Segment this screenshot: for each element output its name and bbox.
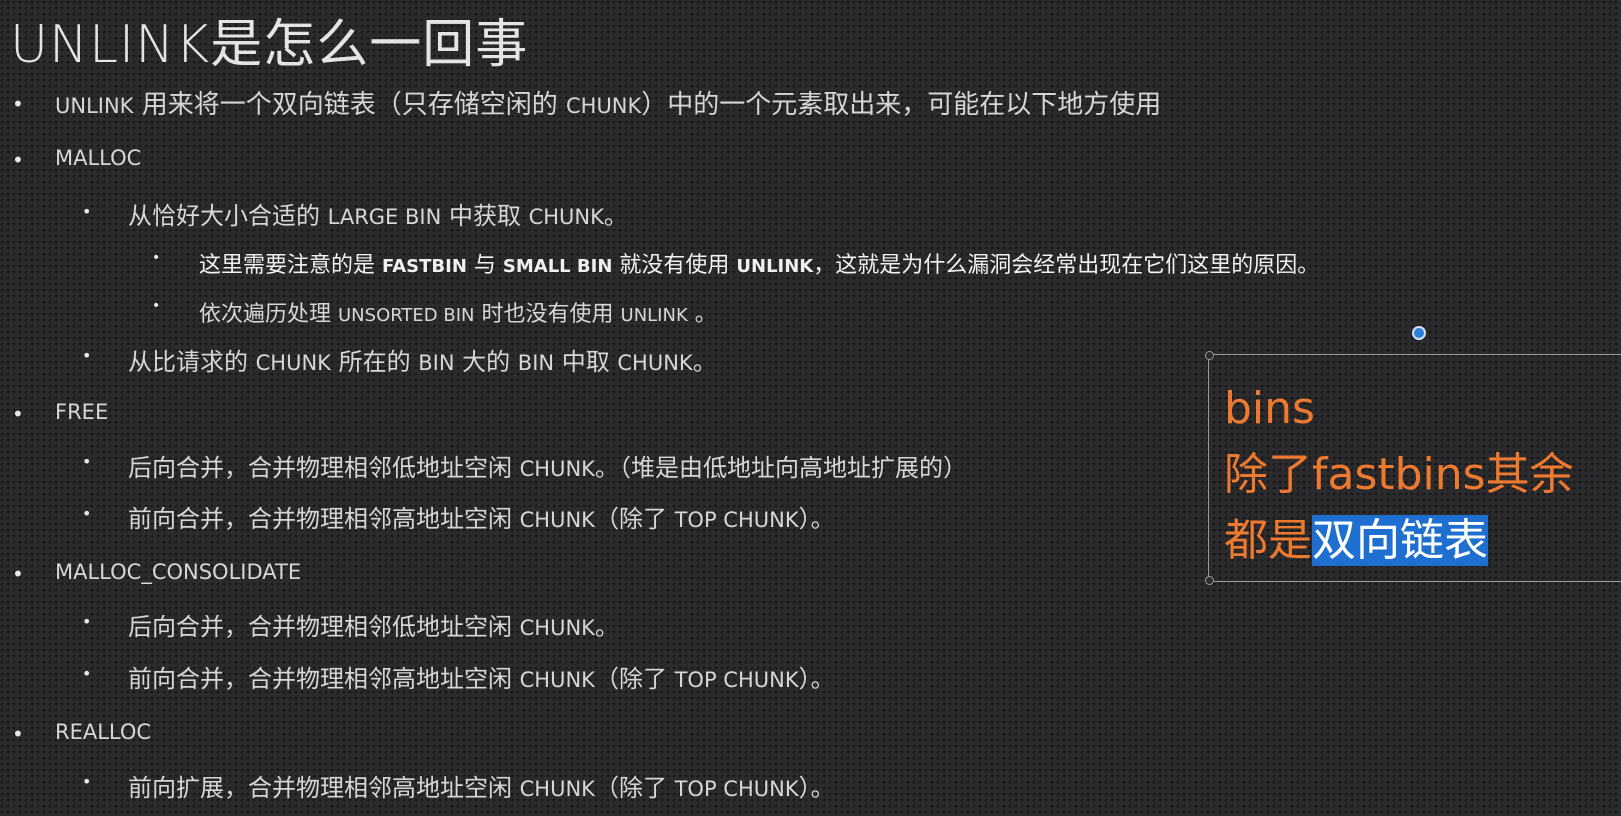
- text-segment: 与: [466, 253, 503, 278]
- text-segment: （除了: [594, 774, 675, 802]
- resize-handle[interactable]: [1205, 576, 1214, 585]
- text-segment: FREE: [55, 400, 109, 424]
- slide-title: UNLINK是怎么一回事: [10, 15, 529, 75]
- text-segment: 从恰好大小合适的: [128, 202, 328, 230]
- bullet-dot: •: [12, 722, 24, 746]
- text-segment: 前向扩展，合并物理相邻高地址空闲: [128, 774, 520, 802]
- rotate-handle-icon[interactable]: [1412, 326, 1426, 340]
- bullet-malloc-consolidate[interactable]: MALLOC_CONSOLIDATE: [55, 556, 301, 586]
- resize-handle[interactable]: [1205, 351, 1214, 360]
- text-segment: 依次遍历处理: [199, 302, 338, 327]
- text-segment: 中取: [554, 348, 618, 376]
- bullet-larger-bin[interactable]: 从比请求的 CHUNK 所在的 BIN 大的 BIN 中取 CHUNK。: [128, 342, 717, 377]
- text-segment: MALLOC: [55, 146, 142, 170]
- bullet-fastbin-note[interactable]: 这里需要注意的是 FASTBIN 与 SMALL BIN 就没有使用 UNLIN…: [199, 247, 1319, 279]
- text-segment: TOP CHUNK: [674, 777, 799, 801]
- callout-line-1: bins: [1224, 383, 1315, 434]
- text-segment: 。: [687, 302, 717, 327]
- text-segment: （除了: [594, 665, 675, 693]
- text-segment: 从比请求的: [128, 348, 256, 376]
- text-segment: 后向合并，合并物理相邻低地址空闲: [128, 613, 520, 641]
- text-segment: LARGE BIN: [327, 205, 442, 229]
- selected-text-highlight[interactable]: 双向链表: [1312, 515, 1488, 566]
- text-segment: 所在的: [330, 348, 419, 376]
- text-segment: UNSORTED BIN: [338, 305, 475, 326]
- bullet-realloc[interactable]: REALLOC: [55, 716, 151, 746]
- bullet-malloc[interactable]: MALLOC: [55, 142, 141, 172]
- text-segment: 大的: [454, 348, 518, 376]
- callout-line-3-prefix: 都是: [1224, 515, 1312, 566]
- bullet-dot: •: [12, 562, 24, 586]
- text-segment: CHUNK: [519, 616, 595, 640]
- bullet-unlink-intro[interactable]: UNLINK 用来将一个双向链表（只存储空闲的 CHUNK）中的一个元素取出来，…: [55, 84, 1161, 121]
- text-segment: ）。: [798, 665, 835, 693]
- text-segment: ）中的一个元素取出来，可能在以下地方使用: [641, 90, 1162, 120]
- bullet-consolidate-backward[interactable]: 后向合并，合并物理相邻低地址空闲 CHUNK。: [128, 607, 619, 642]
- bullet-dot: •: [12, 92, 24, 116]
- bullet-dot: •: [12, 148, 24, 172]
- bullet-dot: •: [82, 772, 92, 791]
- text-segment: 中获取: [441, 202, 529, 230]
- text-segment: 。: [603, 202, 628, 230]
- bullet-dot: •: [152, 298, 161, 314]
- text-segment: MALLOC_CONSOLIDATE: [55, 560, 302, 584]
- text-segment: 后向合并，合并物理相邻低地址空闲: [128, 454, 520, 482]
- text-segment: 。: [594, 613, 619, 641]
- bullet-dot: •: [82, 346, 92, 365]
- text-segment: BIN: [517, 351, 555, 375]
- text-segment: UNLINK: [620, 305, 688, 326]
- text-segment: CHUNK: [519, 668, 595, 692]
- text-segment: CHUNK: [519, 457, 595, 481]
- callout-line-2: 除了fastbins其余: [1224, 449, 1574, 500]
- text-segment: UNLINK: [55, 94, 134, 118]
- bullet-realloc-forward[interactable]: 前向扩展，合并物理相邻高地址空闲 CHUNK（除了 TOP CHUNK）。: [128, 768, 835, 803]
- bullet-free-backward[interactable]: 后向合并，合并物理相邻低地址空闲 CHUNK。（堆是由低地址向高地址扩展的）: [128, 448, 967, 483]
- bullet-free[interactable]: FREE: [55, 396, 108, 426]
- text-segment: CHUNK: [565, 94, 642, 118]
- text-segment: TOP CHUNK: [674, 508, 799, 532]
- bullet-dot: •: [82, 504, 92, 523]
- text-segment: （除了: [594, 505, 675, 533]
- text-segment: 时也没有使用: [474, 302, 621, 327]
- text-segment: 。（堆是由低地址向高地址扩展的）: [594, 454, 967, 482]
- text-segment: 就没有使用: [612, 253, 737, 278]
- text-segment: CHUNK: [617, 351, 693, 375]
- text-segment: CHUNK: [519, 508, 595, 532]
- bullet-free-forward[interactable]: 前向合并，合并物理相邻高地址空闲 CHUNK（除了 TOP CHUNK）。: [128, 499, 835, 534]
- callout-line-3: 都是双向链表: [1224, 508, 1574, 574]
- text-segment: 。: [692, 348, 717, 376]
- text-segment: UNLINK: [736, 256, 814, 277]
- text-segment: 这里需要注意的是: [199, 253, 382, 278]
- bullet-large-bin[interactable]: 从恰好大小合适的 LARGE BIN 中获取 CHUNK。: [128, 196, 628, 231]
- bullet-dot: •: [82, 664, 92, 683]
- text-segment: 前向合并，合并物理相邻高地址空闲: [128, 505, 520, 533]
- bullet-consolidate-forward[interactable]: 前向合并，合并物理相邻高地址空闲 CHUNK（除了 TOP CHUNK）。: [128, 659, 835, 694]
- bullet-dot: •: [82, 202, 92, 221]
- text-segment: BIN: [418, 351, 455, 375]
- callout-text[interactable]: bins 除了fastbins其余 都是双向链表: [1224, 376, 1574, 574]
- bullet-dot: •: [152, 250, 161, 266]
- text-segment: 用来将一个双向链表（只存储空闲的: [133, 90, 566, 120]
- text-segment: ）。: [798, 505, 835, 533]
- bullet-unsorted-bin[interactable]: 依次遍历处理 UNSORTED BIN 时也没有使用 UNLINK 。: [199, 296, 717, 328]
- text-segment: CHUNK: [528, 205, 604, 229]
- bullet-dot: •: [82, 452, 92, 471]
- text-segment: REALLOC: [55, 720, 152, 744]
- bullet-dot: •: [12, 402, 24, 426]
- text-segment: FASTBIN: [382, 256, 467, 277]
- text-segment: 前向合并，合并物理相邻高地址空闲: [128, 665, 520, 693]
- text-segment: TOP CHUNK: [674, 668, 799, 692]
- text-segment: SMALL BIN: [502, 256, 613, 277]
- text-segment: ）。: [798, 774, 835, 802]
- text-segment: CHUNK: [255, 351, 331, 375]
- bullet-dot: •: [82, 612, 92, 631]
- text-segment: ，这就是为什么漏洞会经常出现在它们这里的原因。: [813, 253, 1320, 278]
- text-segment: CHUNK: [519, 777, 595, 801]
